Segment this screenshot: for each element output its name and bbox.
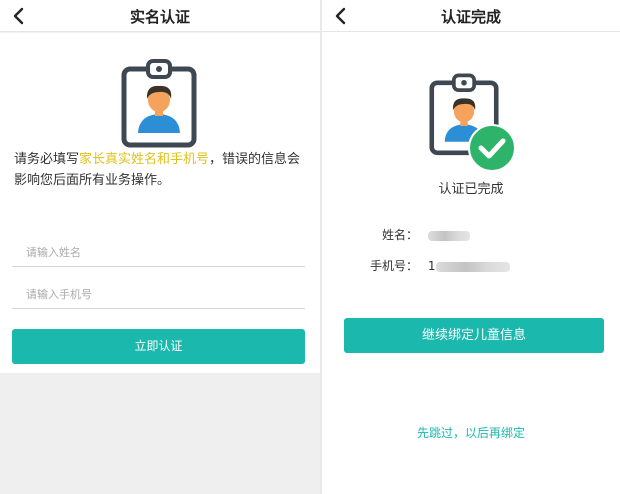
name-input[interactable] <box>12 239 305 265</box>
status-text: 认证已完成 <box>438 182 504 197</box>
phone-row: 手机号： 1 <box>362 257 511 274</box>
phone-value-redacted <box>436 261 511 272</box>
check-circle-icon <box>468 124 516 172</box>
verify-button[interactable]: 立即认证 <box>12 329 305 364</box>
auth-complete-screen: 认证完成 认证已完成 姓名： 手机号： 1 继续绑定儿童信息 先跳过，以后再绑定 <box>322 0 620 494</box>
name-value-redacted <box>427 230 470 241</box>
realname-auth-screen: 实名认证 请务必填写家长真实姓名和手机号，错误的信息会影响您后面所有业务操作。 … <box>0 0 320 494</box>
phone-label: 手机号： <box>369 259 418 273</box>
id-badge-icon <box>121 59 197 148</box>
name-field[interactable] <box>12 239 305 267</box>
page-title: 认证完成 <box>440 8 501 26</box>
nav-bar: 认证完成 <box>322 0 620 32</box>
nav-bar: 实名认证 <box>0 0 320 32</box>
page-title: 实名认证 <box>129 8 190 26</box>
continue-bind-child-button[interactable]: 继续绑定儿童信息 <box>344 318 604 353</box>
notice-text: 请务必填写家长真实姓名和手机号，错误的信息会影响您后面所有业务操作。 <box>14 152 301 188</box>
form-area <box>0 33 320 373</box>
phone-input[interactable] <box>12 281 305 307</box>
notice-highlight: 家长真实姓名和手机号 <box>79 152 210 167</box>
name-row: 姓名： <box>362 226 470 243</box>
skip-link[interactable]: 先跳过，以后再绑定 <box>322 424 620 441</box>
phone-field[interactable] <box>12 281 305 309</box>
phone-value-prefix: 1 <box>427 259 436 273</box>
name-label: 姓名： <box>381 228 418 242</box>
